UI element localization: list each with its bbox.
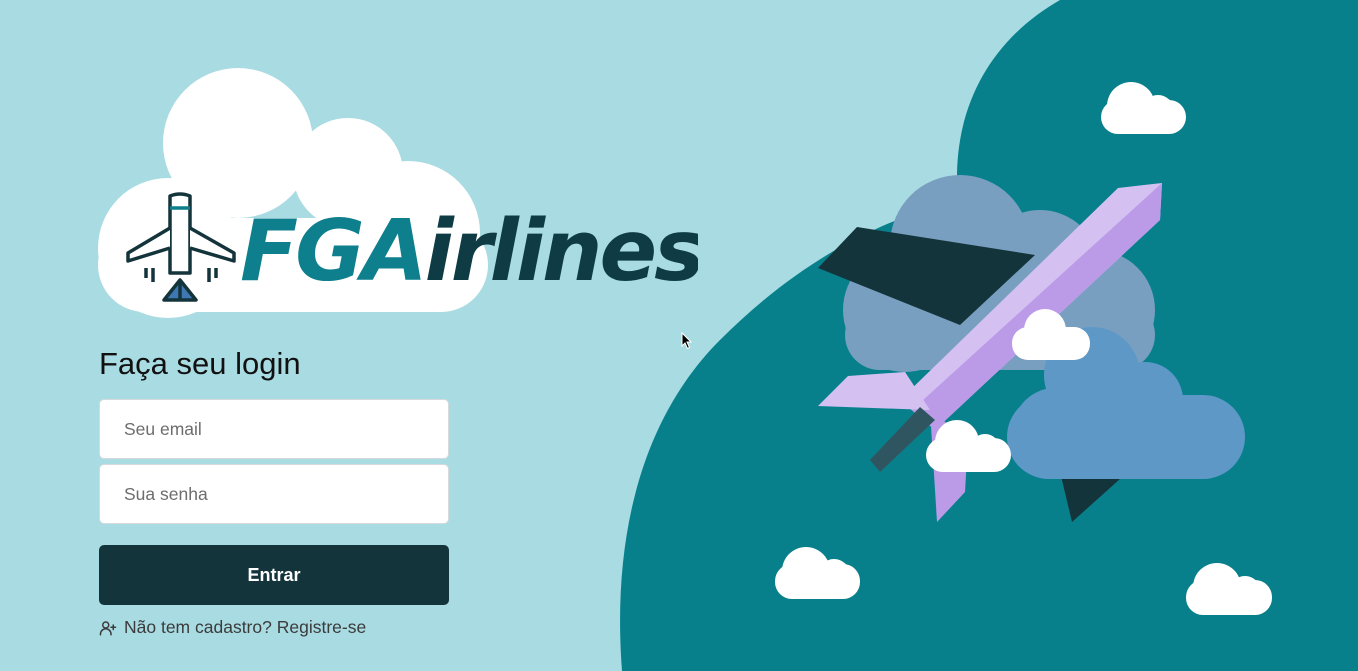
brand-name-fga: FGA [240,202,425,301]
login-form: Faça seu login Entrar Não tem cadastro? … [99,345,449,638]
svg-text:FGAirlines: FGAirlines [240,202,698,301]
register-link-label: Não tem cadastro? Registre-se [124,617,367,637]
login-heading: Faça seu login [99,346,301,381]
register-link[interactable]: Não tem cadastro? Registre-se [99,617,449,638]
password-input[interactable] [99,464,449,524]
brand-name-irlines: irlines [425,202,698,301]
mouse-cursor-icon [681,332,693,350]
email-input[interactable] [99,399,449,459]
login-button[interactable]: Entrar [99,545,449,605]
brand-logo: FGAirlines [98,68,705,318]
user-plus-icon [99,620,117,635]
brand-logo-graphic: FGAirlines [98,68,705,318]
